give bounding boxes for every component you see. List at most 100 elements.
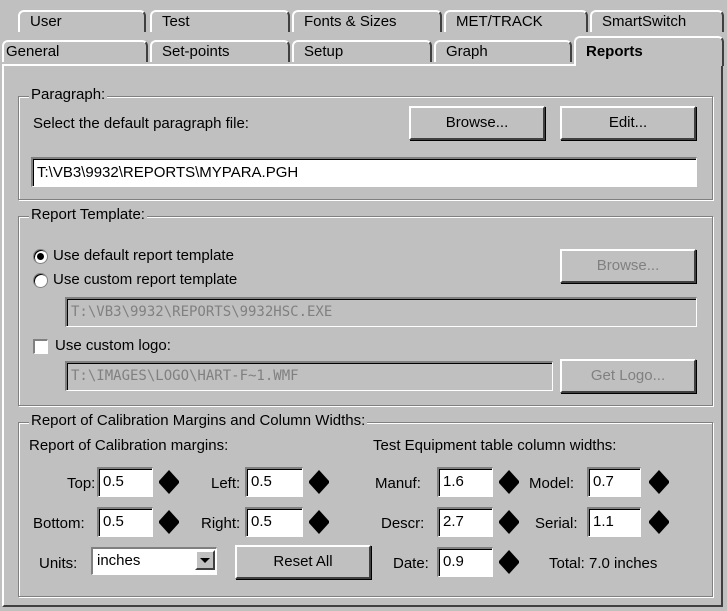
- reset-all-button[interactable]: Reset All: [235, 545, 371, 579]
- get-logo-button[interactable]: Get Logo...: [560, 359, 696, 393]
- model-width-field[interactable]: 0.7: [587, 467, 641, 497]
- spin-up-icon[interactable]: [309, 470, 329, 481]
- serial-width-spinner[interactable]: [649, 508, 669, 536]
- spin-down-icon[interactable]: [649, 483, 669, 494]
- spin-down-icon[interactable]: [159, 523, 179, 534]
- template-browse-label: Browse...: [596, 257, 660, 274]
- left-margin-field[interactable]: 0.5: [245, 467, 303, 497]
- custom-template-label[interactable]: Use custom report template: [53, 271, 237, 289]
- spin-down-icon[interactable]: [309, 523, 329, 534]
- tab-smartswitch-label: SmartSwitch: [602, 13, 687, 30]
- spin-down-icon[interactable]: [159, 483, 179, 494]
- reset-all-label: Reset All: [273, 553, 333, 570]
- tab-fonts-sizes[interactable]: Fonts & Sizes: [292, 10, 442, 32]
- units-value: inches: [97, 552, 141, 569]
- bottom-label: Bottom:: [33, 515, 85, 532]
- right-margin-field[interactable]: 0.5: [245, 507, 303, 537]
- tab-reports[interactable]: Reports: [574, 36, 724, 66]
- tab-user[interactable]: User: [18, 10, 146, 32]
- custom-template-radio[interactable]: [33, 273, 48, 288]
- get-logo-label: Get Logo...: [590, 367, 666, 384]
- spin-up-icon[interactable]: [649, 510, 669, 521]
- paragraph-group: Paragraph: Select the default paragraph …: [18, 86, 713, 200]
- bottom-margin-spinner[interactable]: [159, 508, 179, 536]
- spin-down-icon[interactable]: [499, 483, 519, 494]
- tab-general[interactable]: General: [2, 40, 148, 62]
- left-label: Left:: [211, 475, 241, 492]
- spin-up-icon[interactable]: [499, 470, 519, 481]
- tab-user-label: User: [30, 13, 62, 30]
- descr-width-field[interactable]: 2.7: [437, 507, 493, 537]
- tab-set-points[interactable]: Set-points: [150, 40, 290, 62]
- paragraph-group-label: Paragraph:: [29, 86, 108, 104]
- logo-path-field[interactable]: T:\IMAGES\LOGO\HART-F~1.WMF: [65, 361, 553, 391]
- units-dropdown[interactable]: inches: [91, 547, 217, 575]
- paragraph-file-field[interactable]: T:\VB3\9932\REPORTS\MYPARA.PGH: [31, 157, 697, 187]
- spin-down-icon[interactable]: [309, 483, 329, 494]
- spin-down-icon[interactable]: [499, 563, 519, 574]
- descr-width-spinner[interactable]: [499, 508, 519, 536]
- manuf-width-spinner[interactable]: [499, 468, 519, 496]
- units-label: Units:: [39, 555, 78, 572]
- tab-met-track-label: MET/TRACK: [456, 13, 543, 30]
- tab-test-label: Test: [162, 13, 190, 30]
- serial-width-field[interactable]: 1.1: [587, 507, 641, 537]
- tab-graph[interactable]: Graph: [434, 40, 572, 62]
- default-template-label[interactable]: Use default report template: [53, 247, 234, 265]
- model-width-spinner[interactable]: [649, 468, 669, 496]
- date-width-field[interactable]: 0.9: [437, 547, 493, 577]
- bottom-margin-field[interactable]: 0.5: [97, 507, 153, 537]
- top-margin-field[interactable]: 0.5: [97, 467, 153, 497]
- right-margin-spinner[interactable]: [309, 508, 329, 536]
- paragraph-edit-button[interactable]: Edit...: [560, 106, 696, 140]
- right-label: Right:: [201, 515, 241, 532]
- spin-up-icon[interactable]: [309, 510, 329, 521]
- chevron-down-icon: [200, 558, 210, 563]
- spin-up-icon[interactable]: [499, 550, 519, 561]
- spin-down-icon[interactable]: [649, 523, 669, 534]
- margins-sub-label: Report of Calibration margins:: [29, 437, 229, 454]
- date-width-spinner[interactable]: [499, 548, 519, 576]
- dropdown-arrow-button[interactable]: [195, 550, 215, 570]
- tab-smartswitch[interactable]: SmartSwitch: [590, 10, 724, 32]
- report-template-group: Report Template: Use default report temp…: [18, 206, 713, 406]
- columns-sub-label: Test Equipment table column widths:: [373, 437, 617, 454]
- tab-test[interactable]: Test: [150, 10, 290, 32]
- top-label: Top:: [67, 475, 96, 492]
- tab-setup-label: Setup: [304, 43, 344, 60]
- date-label: Date:: [393, 555, 429, 572]
- spin-down-icon[interactable]: [499, 523, 519, 534]
- report-template-group-label: Report Template:: [29, 206, 147, 224]
- model-label: Model:: [529, 475, 575, 492]
- tab-setup[interactable]: Setup: [292, 40, 432, 62]
- custom-logo-label[interactable]: Use custom logo:: [55, 337, 171, 355]
- top-margin-spinner[interactable]: [159, 468, 179, 496]
- descr-label: Descr:: [381, 515, 425, 532]
- manuf-label: Manuf:: [375, 475, 421, 492]
- select-paragraph-label: Select the default paragraph file:: [33, 115, 249, 132]
- tab-set-points-label: Set-points: [162, 43, 230, 60]
- spin-up-icon[interactable]: [159, 470, 179, 481]
- spin-up-icon[interactable]: [649, 470, 669, 481]
- tab-met-track[interactable]: MET/TRACK: [444, 10, 588, 32]
- custom-logo-checkbox[interactable]: [33, 339, 48, 354]
- left-margin-spinner[interactable]: [309, 468, 329, 496]
- template-browse-button[interactable]: Browse...: [560, 249, 696, 283]
- margins-group-label: Report of Calibration Margins and Column…: [29, 412, 368, 430]
- radio-selected-dot: [37, 253, 44, 260]
- tab-general-label: General: [6, 43, 60, 60]
- total-width-text: Total: 7.0 inches: [549, 555, 658, 572]
- margins-group: Report of Calibration Margins and Column…: [18, 412, 713, 597]
- paragraph-edit-label: Edit...: [608, 114, 648, 131]
- serial-label: Serial:: [535, 515, 578, 532]
- paragraph-browse-button[interactable]: Browse...: [409, 106, 545, 140]
- tab-reports-label: Reports: [586, 43, 643, 60]
- spin-up-icon[interactable]: [499, 510, 519, 521]
- tab-fonts-sizes-label: Fonts & Sizes: [304, 13, 397, 30]
- manuf-width-field[interactable]: 1.6: [437, 467, 493, 497]
- default-template-radio[interactable]: [33, 249, 48, 264]
- custom-template-path-field[interactable]: T:\VB3\9932\REPORTS\9932HSC.EXE: [65, 297, 697, 327]
- paragraph-browse-label: Browse...: [445, 114, 509, 131]
- spin-up-icon[interactable]: [159, 510, 179, 521]
- reports-panel: Paragraph: Select the default paragraph …: [2, 64, 723, 607]
